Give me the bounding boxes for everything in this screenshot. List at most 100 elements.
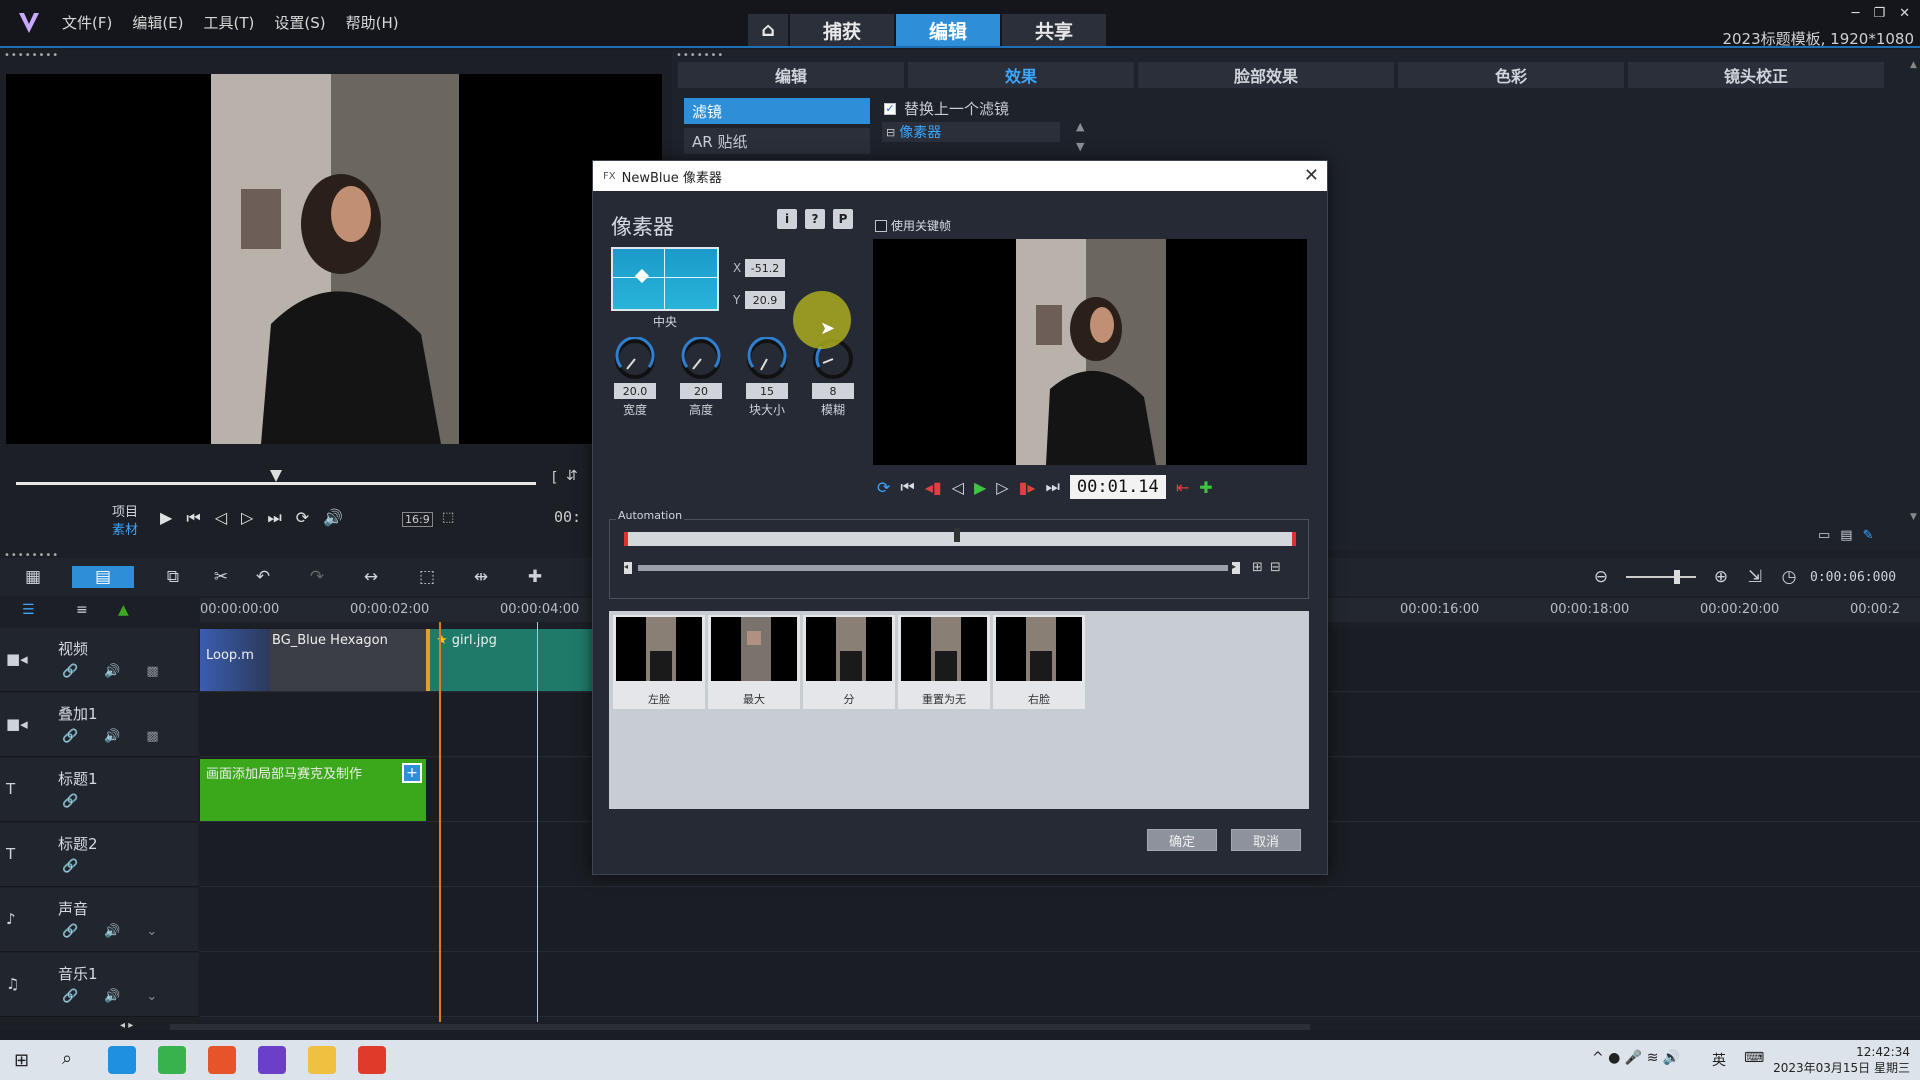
tab-lens-correction[interactable]: 镜头校正	[1628, 62, 1884, 88]
small-thumbs-icon[interactable]: ▭	[1818, 528, 1830, 543]
input-language[interactable]: 英	[1712, 1050, 1726, 1070]
preset-item[interactable]: 右脸	[993, 615, 1085, 709]
skip-start-icon[interactable]: ⏮	[186, 508, 200, 528]
menu-help[interactable]: 帮助(H)	[346, 12, 399, 33]
height-knob[interactable]	[679, 337, 723, 381]
chevron-down-icon[interactable]: ⌄	[146, 924, 157, 939]
scroll-left-icon[interactable]: ◂	[624, 562, 632, 574]
clock[interactable]: 12:42:34 2023年03月15日 星期三	[1773, 1044, 1910, 1076]
restore-icon[interactable]: ❐	[1873, 6, 1885, 21]
help-button[interactable]: ?	[805, 209, 825, 229]
track-header-overlay[interactable]: ■◂ 叠加1 🔗 🔊 ▩	[0, 693, 198, 757]
scroll-right-icon[interactable]: ▸	[1232, 562, 1240, 574]
next-keyframe-icon[interactable]: ▮▸	[1019, 478, 1036, 497]
preset-button[interactable]: P	[833, 209, 853, 229]
trim-mark-icon[interactable]: [	[552, 470, 557, 486]
end-keyframe-marker[interactable]	[1292, 532, 1296, 546]
tool-app-icon[interactable]	[358, 1046, 386, 1074]
mute-icon[interactable]: 🔊	[104, 924, 120, 939]
step-forward-icon[interactable]: ▷	[241, 508, 253, 528]
playhead-line[interactable]	[439, 622, 441, 1022]
keyframe-toggle[interactable]: 使用关键帧	[875, 217, 951, 234]
redo-icon[interactable]: ↷	[304, 566, 330, 588]
tab-color[interactable]: 色彩	[1398, 62, 1624, 88]
multi-trim-icon[interactable]: ⧉	[160, 566, 186, 588]
menu-settings[interactable]: 设置(S)	[274, 12, 325, 33]
edit-view-icon[interactable]: ✎	[1863, 528, 1874, 543]
scroll-left-icon[interactable]: ◂ ▸	[120, 1020, 133, 1031]
track-header-music[interactable]: ♫ 音乐1 🔗 🔊 ⌄	[0, 953, 198, 1017]
clip-bg-loop[interactable]: BG_Blue Hexagon Loop.m	[200, 629, 426, 691]
zoom-out-icon[interactable]: ⊖	[1588, 566, 1614, 588]
zoom-slider-handle[interactable]	[1674, 570, 1680, 584]
move-down-icon[interactable]: ▼	[1076, 140, 1084, 153]
tab-face-effects[interactable]: 脸部效果	[1138, 62, 1394, 88]
project-duration[interactable]: 0:00:06:000	[1810, 570, 1896, 585]
repeat-icon[interactable]: ⟳	[296, 508, 309, 528]
go-start-icon[interactable]: ⏮	[900, 477, 914, 497]
width-knob[interactable]	[613, 337, 657, 381]
chapter-list-icon[interactable]: ≡	[76, 602, 88, 618]
block-size-value[interactable]: 15	[746, 383, 788, 399]
replace-filter-checkbox[interactable]: ✓	[884, 102, 896, 115]
trim-out-icon[interactable]: ⇵	[566, 468, 578, 484]
ripple-icon[interactable]: ▩	[146, 729, 158, 744]
preset-item[interactable]: 最大	[708, 615, 800, 709]
ripple-edit-icon[interactable]: ▲	[118, 602, 129, 618]
position-handle[interactable]	[634, 268, 650, 284]
x-value-field[interactable]: -51.2	[745, 259, 785, 277]
next-frame-icon[interactable]: ▷	[996, 478, 1008, 497]
app-icon[interactable]	[208, 1046, 236, 1074]
cancel-button[interactable]: 取消	[1231, 829, 1301, 851]
menu-tools[interactable]: 工具(T)	[204, 12, 255, 33]
preview-scrubber[interactable]	[16, 482, 536, 485]
start-icon[interactable]: ⊞	[14, 1050, 29, 1071]
chevron-down-icon[interactable]: ⌄	[146, 989, 157, 1004]
automation-playhead[interactable]	[954, 528, 960, 542]
project-label[interactable]: 项目	[112, 501, 138, 520]
prev-frame-icon[interactable]: ◁	[952, 478, 964, 497]
track-header-title2[interactable]: T 标题2 🔗	[0, 823, 198, 887]
tools-icon[interactable]: ✂	[208, 566, 234, 588]
ripple-icon[interactable]: ▩	[146, 664, 158, 679]
category-filters[interactable]: 滤镜	[684, 98, 870, 124]
undo-icon[interactable]: ↶	[250, 566, 276, 588]
remove-keyframe-icon[interactable]: ⇤	[1176, 478, 1189, 497]
move-up-icon[interactable]: ▲	[1076, 120, 1084, 133]
height-value[interactable]: 20	[680, 383, 722, 399]
tab-share[interactable]: 共享	[1002, 14, 1106, 46]
applied-filter-item[interactable]: ⊟ 像素器	[882, 122, 1060, 142]
track-lane-music[interactable]	[200, 953, 1920, 1017]
link-icon[interactable]: 🔗	[62, 794, 78, 809]
track-header-voice[interactable]: ♪ 声音 🔗 🔊 ⌄	[0, 888, 198, 952]
zoom-out-icon[interactable]: ⊟	[1270, 560, 1281, 575]
scroll-up-icon[interactable]: ▲	[1910, 60, 1917, 70]
play-icon[interactable]: ▶	[974, 478, 986, 497]
panel-grip[interactable]: ••••••••	[4, 50, 59, 61]
link-icon[interactable]: 🔗	[62, 989, 78, 1004]
motion-track-icon[interactable]: ⇹	[468, 566, 494, 588]
browser-alt-icon[interactable]	[158, 1046, 186, 1074]
mute-icon[interactable]: 🔊	[104, 729, 120, 744]
clip-title[interactable]: 画面添加局部马赛克及制作 +	[200, 759, 426, 821]
track-header-title1[interactable]: T 标题1 🔗	[0, 758, 198, 822]
tab-edit[interactable]: 编辑	[896, 14, 1000, 46]
fit-project-icon[interactable]: ↔	[358, 566, 384, 588]
start-keyframe-marker[interactable]	[624, 532, 628, 546]
zoom-in-icon[interactable]: ⊞	[1252, 560, 1263, 575]
block-size-knob[interactable]	[745, 337, 789, 381]
close-icon[interactable]: ✕	[1899, 6, 1910, 21]
split-screen-icon[interactable]: ✚	[522, 566, 548, 588]
video-editor-icon[interactable]	[258, 1046, 286, 1074]
category-ar-stickers[interactable]: AR 贴纸	[684, 128, 870, 154]
volume-icon[interactable]: 🔊	[323, 508, 343, 528]
tab-capture[interactable]: 捕获	[790, 14, 894, 46]
dialog-titlebar[interactable]: FX NewBlue 像素器	[593, 161, 1327, 191]
dialog-close-icon[interactable]: ✕	[1304, 165, 1319, 186]
ok-button[interactable]: 确定	[1147, 829, 1217, 851]
link-icon[interactable]: 🔗	[62, 664, 78, 679]
y-value-field[interactable]: 20.9	[745, 291, 785, 309]
storyboard-view-icon[interactable]: ▦	[20, 566, 46, 588]
file-explorer-icon[interactable]	[308, 1046, 336, 1074]
minimize-icon[interactable]: ─	[1852, 6, 1860, 21]
